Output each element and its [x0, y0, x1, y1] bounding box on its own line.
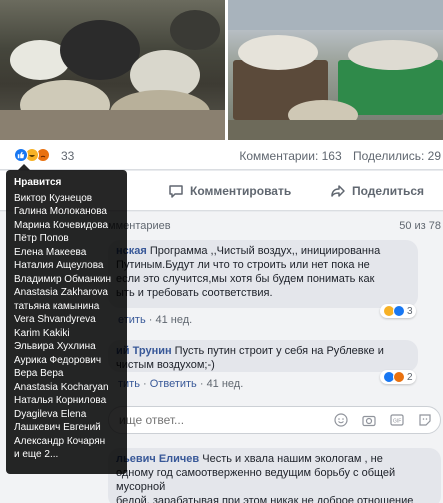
liker-name: Лашкевич Евгений: [14, 422, 101, 433]
emoji-icon[interactable]: [334, 413, 348, 427]
liker-name: Аурика Федорович: [14, 354, 102, 366]
comment-icon: [169, 185, 183, 198]
liker-name: Галина Молоканова: [14, 206, 107, 217]
liker-name: Владимир Обманкин: [14, 273, 112, 285]
post-photos: [0, 0, 443, 140]
post-stats: Комментарии: 163 Поделились: 29: [231, 149, 441, 163]
comment-time[interactable]: · 41 нед.: [149, 314, 192, 326]
liker-name: Anastasia Kocharyan: [14, 381, 109, 393]
comment-author[interactable]: льевич Еличев: [116, 453, 199, 465]
comment-bubble: ий Трунин Пусть путин строит у себя на Р…: [108, 340, 418, 372]
liker-name: Karim Kakiki: [14, 327, 70, 339]
camera-icon[interactable]: [362, 413, 376, 427]
more-likers: и еще 2...: [14, 449, 59, 460]
garbage-photo-1[interactable]: [0, 0, 225, 140]
comment-reaction-count: 3: [407, 305, 413, 317]
like-icon: [393, 305, 405, 317]
gif-icon[interactable]: GIF: [390, 413, 404, 427]
reply-comment-link[interactable]: Ответить: [150, 378, 197, 390]
comments-count-link[interactable]: Комментарии: 163: [239, 149, 341, 163]
comment-text-line: бедой, зарабатывая при этом никак не доб…: [116, 495, 414, 503]
svg-text:GIF: GIF: [393, 419, 401, 425]
reply-box-icons: GIF: [334, 413, 432, 427]
comment-reaction-count: 2: [407, 371, 413, 383]
shares-count-link[interactable]: Поделились: 29: [353, 149, 441, 163]
reaction-summary-bar: 33 Комментарии: 163 Поделились: 29: [0, 140, 443, 170]
liker-name: Виктор Кузнецов: [14, 192, 93, 204]
comment-button[interactable]: Комментировать: [168, 183, 291, 199]
comments-counter: 50 из 78: [399, 220, 441, 232]
comment-text: Пусть путин строит у себя на Рублевке и: [171, 345, 384, 357]
comment-reactions[interactable]: 2: [380, 370, 416, 384]
liker-name: Елена Макеева: [14, 246, 87, 258]
share-button-label: Поделиться: [352, 184, 425, 198]
liker-name: Александр Кочарян: [14, 435, 106, 447]
comment-meta: тить · Ответить · 41 нед.: [118, 378, 244, 390]
comment-text: Программа ,,Чистый воздух,, инициированн…: [146, 245, 381, 257]
comment-text: Честь и хвала нашим экологам , не: [199, 453, 383, 465]
liker-name: Vera Shvandyreva: [14, 314, 96, 325]
comment-bubble: нская Программа ,,Чистый воздух,, иниции…: [108, 240, 418, 308]
comment-bubble: льевич Еличев Честь и хвала нашим эколог…: [108, 448, 441, 503]
reaction-icons[interactable]: [14, 148, 50, 162]
reply-input[interactable]: [119, 413, 269, 427]
comment-reactions[interactable]: 3: [380, 304, 416, 318]
comment-text-line: чистым воздухом;-): [116, 359, 215, 371]
sticker-icon[interactable]: [418, 413, 432, 427]
garbage-photo-2[interactable]: [228, 0, 443, 140]
liker-name: Марина Кочевидова: [14, 219, 109, 231]
liker-name: татьяна камынина: [14, 300, 100, 312]
share-icon: [331, 185, 345, 197]
liker-name: Наталия Ащеулова: [14, 260, 104, 271]
like-icon: [14, 148, 28, 162]
tooltip-arrow: [18, 164, 30, 170]
comment-text-line: если это случится,мы хотя бы будем поним…: [116, 273, 375, 285]
reactions-count[interactable]: 33: [61, 149, 74, 163]
tooltip-names: Виктор Кузнецов Галина Молоканова Марина…: [14, 192, 119, 462]
liker-name: Эльвира Хухлина: [14, 341, 96, 352]
comment-time[interactable]: · 41 нед.: [200, 378, 243, 390]
liker-name: Наталья Корнилова: [14, 395, 107, 406]
liker-name: Dyagileva Elena: [14, 408, 87, 420]
angry-icon: [393, 371, 405, 383]
comment-button-label: Комментировать: [190, 184, 292, 198]
likes-tooltip: Нравится Виктор Кузнецов Галина Молокано…: [6, 164, 127, 474]
comment-text-line: одному год самоотверженно ведущим борьбу…: [116, 467, 396, 493]
comment-text-line: Путиным.Будут ли что то строить или нет …: [116, 259, 370, 271]
share-button[interactable]: Поделиться: [330, 183, 424, 199]
liker-name: Вера Вера: [14, 368, 64, 379]
comment-meta: етить · 41 нед.: [118, 314, 192, 326]
liker-name: Пётр Попов: [14, 233, 69, 244]
comment-text-line: ыть и требовать соответствия.: [116, 287, 273, 299]
reply-box: GIF: [108, 406, 441, 434]
liker-name: Anastasia Zakharova: [14, 287, 108, 298]
tooltip-title: Нравится: [14, 177, 62, 188]
